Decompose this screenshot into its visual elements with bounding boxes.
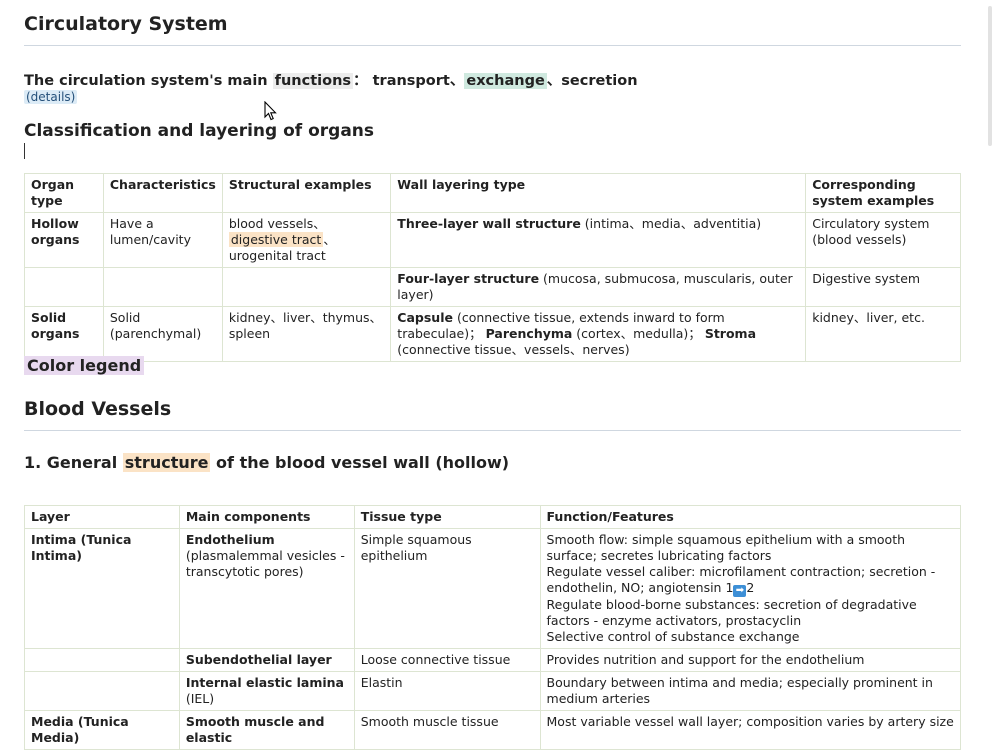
functions-highlight: functions [272,73,354,89]
cell-characteristics: Have a lumen/cavity [102,212,223,268]
blood-vessels-heading: Blood Vessels [24,398,172,420]
table-row: Internal elastic lamina (IEL) Elastin Bou… [24,671,962,711]
header-layer: Layer [24,505,180,529]
transport-text: transport [372,73,450,89]
functions-prefix: The circulation system's main [24,73,273,89]
table-row: Four-layer structure (mucosa, submucosa,… [24,267,961,307]
details-link[interactable]: (details) [24,90,78,104]
scrollbar[interactable] [988,0,994,720]
cell-layer: Intima (Tunica Intima) [24,528,180,649]
sep-1: 、 [449,73,465,89]
header-tissue-type: Tissue type [353,505,541,529]
vessel-wall-table: Layer Main components Tissue type Functi… [24,505,962,750]
endothelium-detail: (plasmalemmal vesicles -transcytotic por… [185,548,345,579]
function-line: Smooth flow: simple squamous epithelium … [546,532,906,563]
functions-line: The circulation system's main functions：… [24,69,638,90]
table-header-row: Layer Main components Tissue type Functi… [24,505,962,529]
table-header-row: Organ type Characteristics Structural ex… [24,173,961,213]
cell-system: Circulatory system (blood vessels) [805,212,961,268]
table-row: Hollow organs Have a lumen/cavity blood … [24,212,961,268]
table-row: Solid organs Solid (parenchymal) kidney、… [24,306,961,362]
exchange-highlight: exchange [464,73,547,89]
functions-colon: ： [353,73,368,89]
cell-function: Most variable vessel wall layer; composi… [539,710,962,750]
cell-organ-type [24,267,104,307]
cell-wall-layering: Four-layer structure (mucosa, submucosa,… [390,267,807,307]
cell-components: Internal elastic lamina (IEL) [178,671,355,711]
cell-characteristics [102,267,223,307]
endothelium-label: Endothelium [185,532,275,547]
cell-system: kidney、liver, etc. [805,306,961,362]
function-text-2: 2 [746,580,755,595]
structure-highlight: structure [122,453,211,472]
cell-examples: kidney、liver、thymus、spleen [221,306,392,362]
cell-layer [24,648,180,672]
cell-function: Boundary between intima and media; espec… [539,671,962,711]
capsule-bold: Capsule [397,310,453,325]
header-main-components: Main components [178,505,355,529]
blood-vessels-divider [24,430,961,431]
function-line: Regulate blood-borne substances: secreti… [546,597,917,628]
section-1-number: 1. General [24,453,123,472]
cell-function: Smooth flow: simple squamous epithelium … [539,528,962,649]
table-row: Subendothelial layer Loose connective ti… [24,648,962,672]
cell-system: Digestive system [805,267,961,307]
table-row: Intima (Tunica Intima) Endothelium (plasm… [24,528,962,649]
cell-tissue: Smooth muscle tissue [353,710,541,750]
iel-detail: (IEL) [185,691,215,706]
mouse-pointer-icon [264,101,277,121]
layering-bold: Four-layer structure [397,271,540,286]
header-wall-layering: Wall layering type [390,173,807,213]
cell-layer: Media (Tunica Media) [24,710,180,750]
cell-components: Smooth muscle and elastic [178,710,355,750]
header-organ-type: Organ type [24,173,104,213]
cell-organ-type: Hollow organs [24,212,104,268]
color-legend-toggle[interactable]: Color legend [24,356,145,375]
cell-examples: blood vessels、digestive tract 、urogenital… [221,212,392,268]
cell-tissue: Elastin [353,671,541,711]
organ-classification-table: Organ type Characteristics Structural ex… [24,173,961,362]
page-title: Circulatory System [24,13,228,35]
cell-components: Subendothelial layer [178,648,355,672]
layering-rest: (intima、media、adventitia) [580,216,762,231]
cell-organ-type: Solid organs [24,306,104,362]
digestive-tract-highlight: digestive tract [228,232,324,247]
header-function: Function/Features [539,505,962,529]
cell-wall-layering: Capsule (connective tissue, extends inwa… [390,306,807,362]
text-caret [24,143,25,159]
header-characteristics: Characteristics [102,173,223,213]
table-row: Media (Tunica Media) Smooth muscle and e… [24,710,962,750]
classification-heading: Classification and layering of organs [24,121,375,141]
layering-bold: Three-layer wall structure [397,216,581,231]
examples-text: blood vessels、 [228,216,326,231]
cell-examples [221,267,392,307]
section-1-heading: 1. General structure of the blood vessel… [24,453,509,472]
header-system-examples: Corresponding system examples [805,173,961,213]
right-arrow-icon: ➡ [733,585,747,597]
cell-layer [24,671,180,711]
document-page: Circulatory System The circulation syste… [0,0,994,750]
function-line: Regulate vessel caliber: microfilament c… [547,564,954,597]
stroma-bold: Stroma [704,326,757,341]
secretion-text: secretion [561,73,638,89]
parenchyma-bold: Parenchyma [485,326,573,341]
header-structural-examples: Structural examples [221,173,392,213]
sep-2: 、 [546,73,562,89]
cell-tissue: Simple squamous epithelium [353,528,541,649]
title-divider [24,45,961,46]
iel-label: Internal elastic lamina [185,675,344,690]
section-1-rest: of the blood vessel wall (hollow) [210,453,510,472]
parenchyma-rest: (cortex、medulla)； [572,326,701,341]
color-legend-label: Color legend [24,356,145,375]
scrollbar-thumb[interactable] [988,6,992,146]
cell-tissue: Loose connective tissue [353,648,541,672]
cell-components: Endothelium (plasmalemmal vesicles -trans… [178,528,355,649]
function-line: Selective control of substance exchange [546,629,800,644]
cell-function: Provides nutrition and support for the e… [539,648,962,672]
cell-characteristics: Solid (parenchymal) [102,306,223,362]
cell-wall-layering: Three-layer wall structure (intima、media… [390,212,807,268]
